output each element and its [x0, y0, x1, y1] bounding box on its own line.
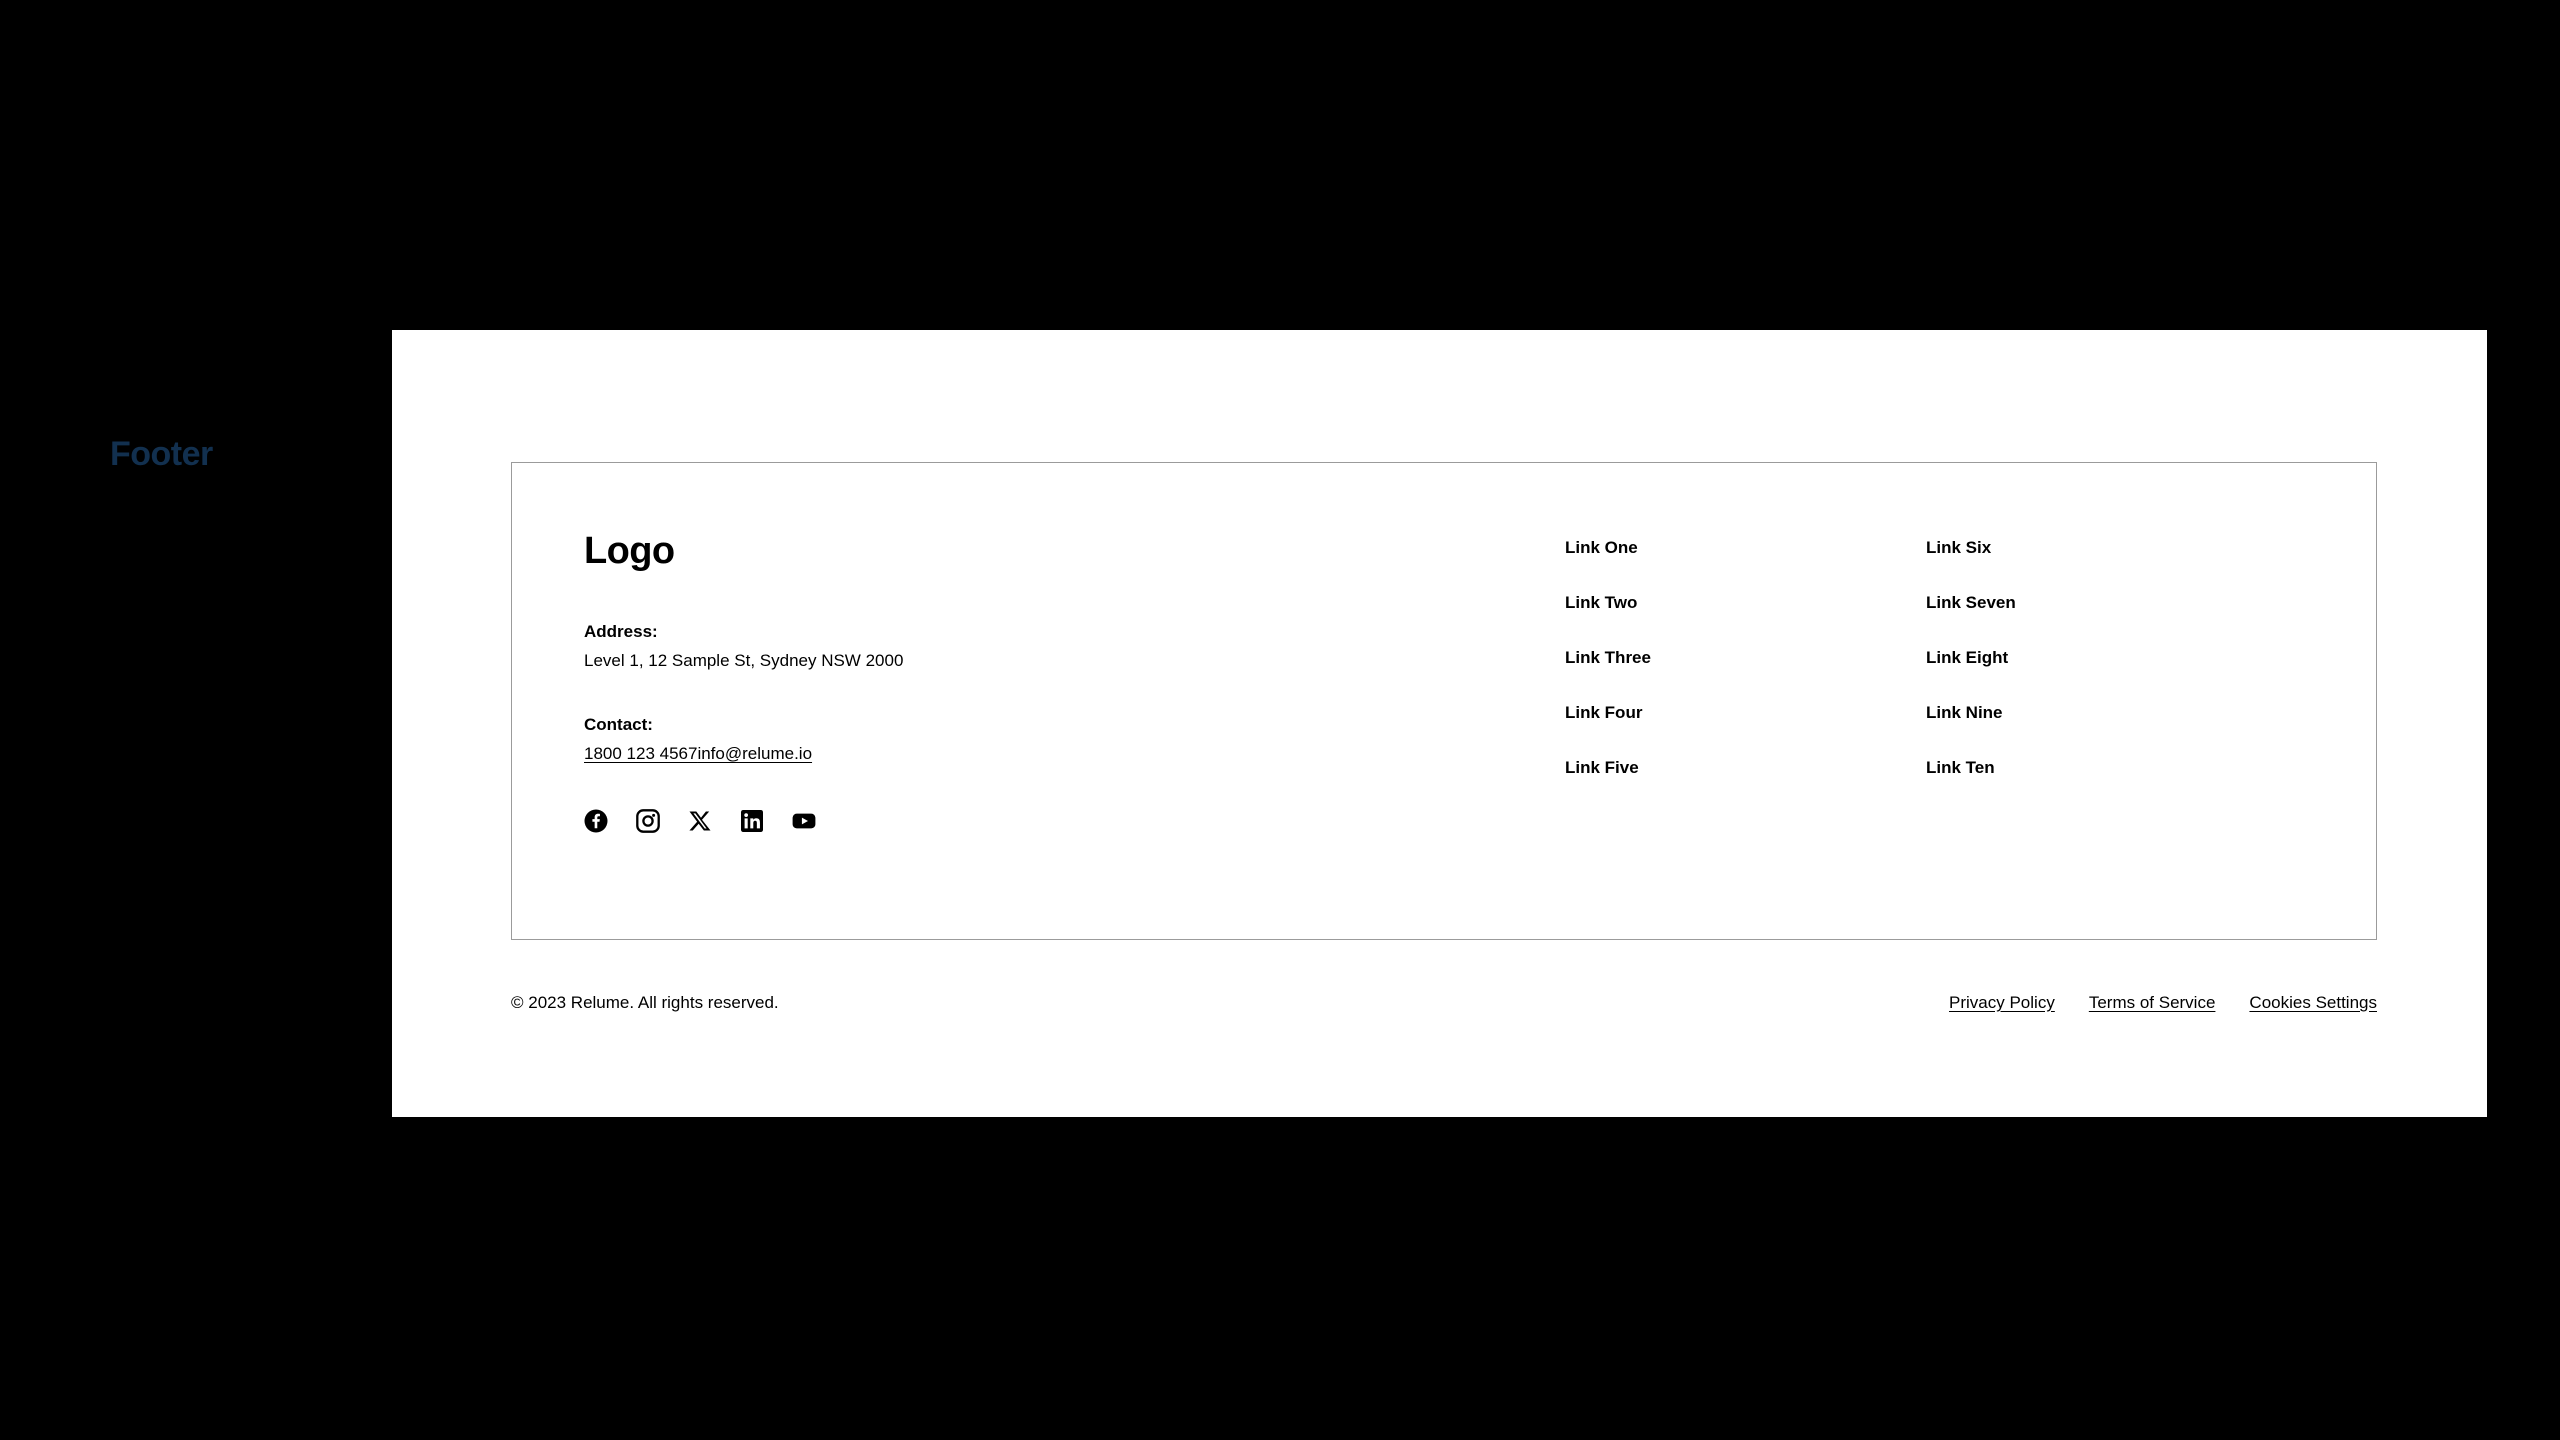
copyright-text: © 2023 Relume. All rights reserved. — [511, 993, 779, 1012]
email-link[interactable]: info@relume.io — [697, 744, 812, 763]
x-twitter-icon[interactable] — [688, 809, 712, 833]
footer-link-five[interactable]: Link Five — [1565, 751, 1745, 784]
footer-link-four[interactable]: Link Four — [1565, 696, 1745, 729]
section-label-footer: Footer — [110, 435, 213, 473]
footer-link-three[interactable]: Link Three — [1565, 641, 1745, 674]
contact-block: Contact: 1800 123 4567info@relume.io — [584, 712, 1484, 767]
footer-bottom-bar: © 2023 Relume. All rights reserved. Priv… — [511, 990, 2377, 1016]
terms-of-service-link[interactable]: Terms of Service — [2089, 993, 2216, 1013]
footer-link-one[interactable]: Link One — [1565, 531, 1745, 564]
footer-link-eight[interactable]: Link Eight — [1926, 641, 2106, 674]
footer-link-six[interactable]: Link Six — [1926, 531, 2106, 564]
screen-canvas: Footer Logo Address: Level 1, 12 Sample … — [0, 0, 2560, 1440]
footer-link-columns: Link One Link Two Link Three Link Four L… — [1565, 531, 2106, 784]
footer-link-ten[interactable]: Link Ten — [1926, 751, 2106, 784]
footer-inner: Logo Address: Level 1, 12 Sample St, Syd… — [512, 463, 2376, 939]
footer-brand-column: Logo Address: Level 1, 12 Sample St, Syd… — [584, 530, 1484, 833]
footer-link-two[interactable]: Link Two — [1565, 586, 1745, 619]
footer-link-nine[interactable]: Link Nine — [1926, 696, 2106, 729]
privacy-policy-link[interactable]: Privacy Policy — [1949, 993, 2055, 1013]
footer-panel: Logo Address: Level 1, 12 Sample St, Syd… — [511, 462, 2377, 940]
contact-label: Contact: — [584, 714, 653, 734]
phone-link[interactable]: 1800 123 4567 — [584, 744, 697, 763]
cookies-settings-link[interactable]: Cookies Settings — [2249, 993, 2377, 1013]
footer-link-column-1: Link One Link Two Link Three Link Four L… — [1565, 531, 1745, 784]
address-block: Address: Level 1, 12 Sample St, Sydney N… — [584, 619, 1484, 674]
contact-links: 1800 123 4567info@relume.io — [584, 741, 1484, 767]
facebook-icon[interactable] — [584, 809, 608, 833]
instagram-icon[interactable] — [636, 808, 660, 833]
logo-wordmark[interactable]: Logo — [584, 530, 1484, 573]
address-value: Level 1, 12 Sample St, Sydney NSW 2000 — [584, 651, 904, 671]
page-surface: Logo Address: Level 1, 12 Sample St, Syd… — [392, 330, 2487, 1117]
legal-links: Privacy Policy Terms of Service Cookies … — [1949, 993, 2377, 1013]
social-links-row — [584, 808, 1484, 833]
address-label: Address: — [584, 621, 658, 641]
footer-link-seven[interactable]: Link Seven — [1926, 586, 2106, 619]
linkedin-icon[interactable] — [740, 809, 764, 833]
youtube-icon[interactable] — [792, 809, 816, 833]
footer-link-column-2: Link Six Link Seven Link Eight Link Nine… — [1926, 531, 2106, 784]
